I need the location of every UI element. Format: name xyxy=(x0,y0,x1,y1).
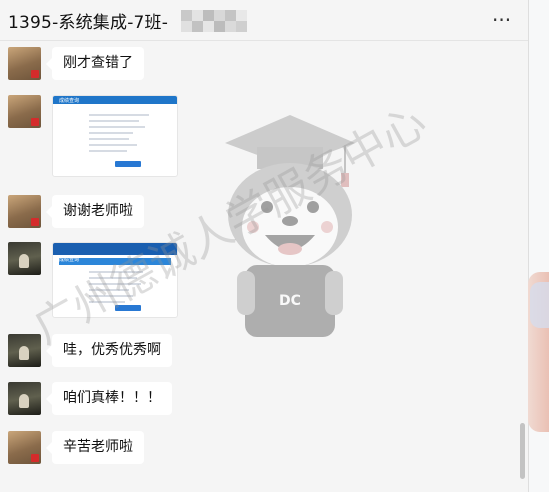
background-photo-mouse xyxy=(530,282,549,328)
image-caption: 成绩查询 xyxy=(59,98,80,104)
scrollbar[interactable] xyxy=(520,423,525,479)
watermark-badge: DC xyxy=(279,293,301,309)
avatar[interactable] xyxy=(8,95,41,128)
redacted-name-mosaic xyxy=(181,10,249,32)
message-bubble[interactable]: 哇，优秀优秀啊 xyxy=(46,334,172,367)
image-caption: 成绩查询 xyxy=(59,257,80,263)
message-bubble[interactable]: 谢谢老师啦 xyxy=(46,195,144,228)
image-message[interactable]: 成绩查询 xyxy=(52,242,178,318)
avatar[interactable] xyxy=(8,334,41,367)
avatar[interactable] xyxy=(8,382,41,415)
message-bubble[interactable]: 刚才查错了 xyxy=(46,47,144,80)
chat-window: 1395-系统集成-7班- ··· 刚才查错了 成绩查询 谢谢老师啦 成绩查询 … xyxy=(0,0,528,492)
message-bubble[interactable]: 辛苦老师啦 xyxy=(46,431,144,464)
avatar[interactable] xyxy=(8,431,41,464)
avatar[interactable] xyxy=(8,195,41,228)
avatar[interactable] xyxy=(8,242,41,275)
more-options-icon[interactable]: ··· xyxy=(492,10,511,30)
image-message[interactable]: 成绩查询 xyxy=(52,95,178,177)
watermark-mascot: DC xyxy=(225,115,355,337)
avatar[interactable] xyxy=(8,47,41,80)
chat-header: 1395-系统集成-7班- ··· xyxy=(0,0,528,41)
chat-title: 1395-系统集成-7班- xyxy=(8,13,169,33)
message-bubble[interactable]: 咱们真棒！！！ xyxy=(46,382,172,415)
